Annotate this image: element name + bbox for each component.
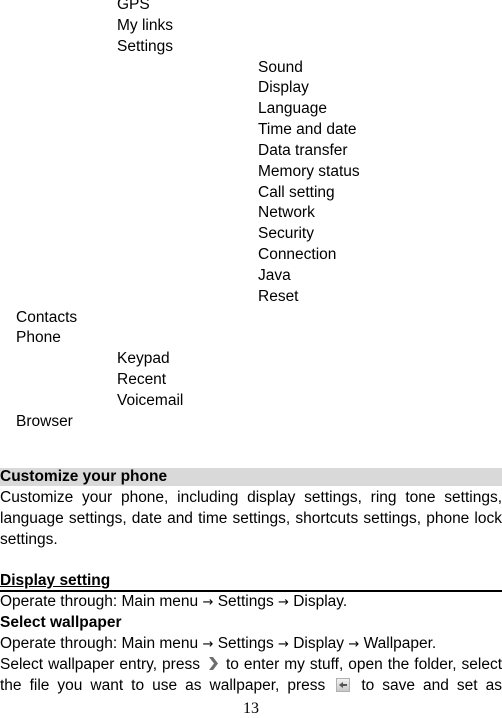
operate-prefix: Operate through: Main menu <box>0 593 203 610</box>
settings-item-java: Java <box>258 267 291 284</box>
back-arrow-icon <box>336 678 351 692</box>
menu-item-contacts: Contacts <box>16 309 78 326</box>
settings-item-network: Network <box>258 204 315 221</box>
wallpaper-line-1: Select wallpaper entry, press to enter m… <box>0 654 502 675</box>
wallpaper-instructions: Select wallpaper entry, press to enter m… <box>0 654 502 696</box>
arrow-icon: → <box>348 637 360 652</box>
settings-item-data-transfer: Data transfer <box>258 142 348 159</box>
customize-paragraph: Customize your phone, including display … <box>0 487 502 550</box>
menu-item-my-links: My links <box>117 17 173 34</box>
menu-item-browser: Browser <box>16 413 73 430</box>
operate-prefix: Operate through: Main menu <box>0 635 203 652</box>
arrow-icon: → <box>278 637 289 652</box>
wallpaper-text: the file you want to use as wallpaper, p… <box>0 677 326 694</box>
path-display: Display <box>288 635 349 652</box>
settings-item-language: Language <box>258 100 327 117</box>
menu-item-phone: Phone <box>16 329 61 346</box>
wallpaper-text: to enter my stuff, open the folder, sele… <box>226 656 502 673</box>
settings-item-call-setting: Call setting <box>258 184 335 201</box>
settings-item-memory-status: Memory status <box>258 163 360 180</box>
path-settings: Settings <box>213 593 279 610</box>
wallpaper-line-2: the file you want to use as wallpaper, p… <box>0 675 502 696</box>
chevron-right-icon <box>207 656 219 671</box>
wallpaper-text: Select wallpaper entry, press <box>0 656 200 673</box>
subheading-select-wallpaper: Select wallpaper <box>0 614 122 631</box>
phone-item-keypad: Keypad <box>117 350 170 367</box>
path-settings: Settings <box>213 635 279 652</box>
customize-line-2: language settings, date and time setting… <box>0 510 502 527</box>
arrow-icon: → <box>202 595 214 610</box>
menu-item-settings: Settings <box>117 38 174 55</box>
settings-item-time-and-date: Time and date <box>258 121 357 138</box>
settings-item-sound: Sound <box>258 59 303 76</box>
settings-item-security: Security <box>258 225 314 242</box>
wallpaper-text: to save and set as <box>361 677 502 694</box>
customize-line-1: Customize your phone, including display … <box>0 489 502 506</box>
phone-item-recent: Recent <box>117 371 167 388</box>
menu-item-gps: GPS <box>117 0 150 13</box>
phone-item-voicemail: Voicemail <box>117 392 184 409</box>
page-number: 13 <box>243 700 259 717</box>
settings-item-display: Display <box>258 79 309 96</box>
arrow-icon: → <box>278 595 289 610</box>
settings-item-reset: Reset <box>258 288 299 305</box>
path-display: Display. <box>288 593 348 610</box>
display-operate-line: Operate through: Main menu → Settings → … <box>0 591 502 613</box>
section-heading-customize: Customize your phone <box>0 468 502 486</box>
wallpaper-operate-line: Operate through: Main menu → Settings → … <box>0 633 502 655</box>
arrow-icon: → <box>202 637 214 652</box>
settings-item-connection: Connection <box>258 246 337 263</box>
section-heading-display: Display setting <box>0 572 502 592</box>
path-wallpaper: Wallpaper. <box>359 635 437 652</box>
customize-line-3: settings. <box>0 531 58 548</box>
